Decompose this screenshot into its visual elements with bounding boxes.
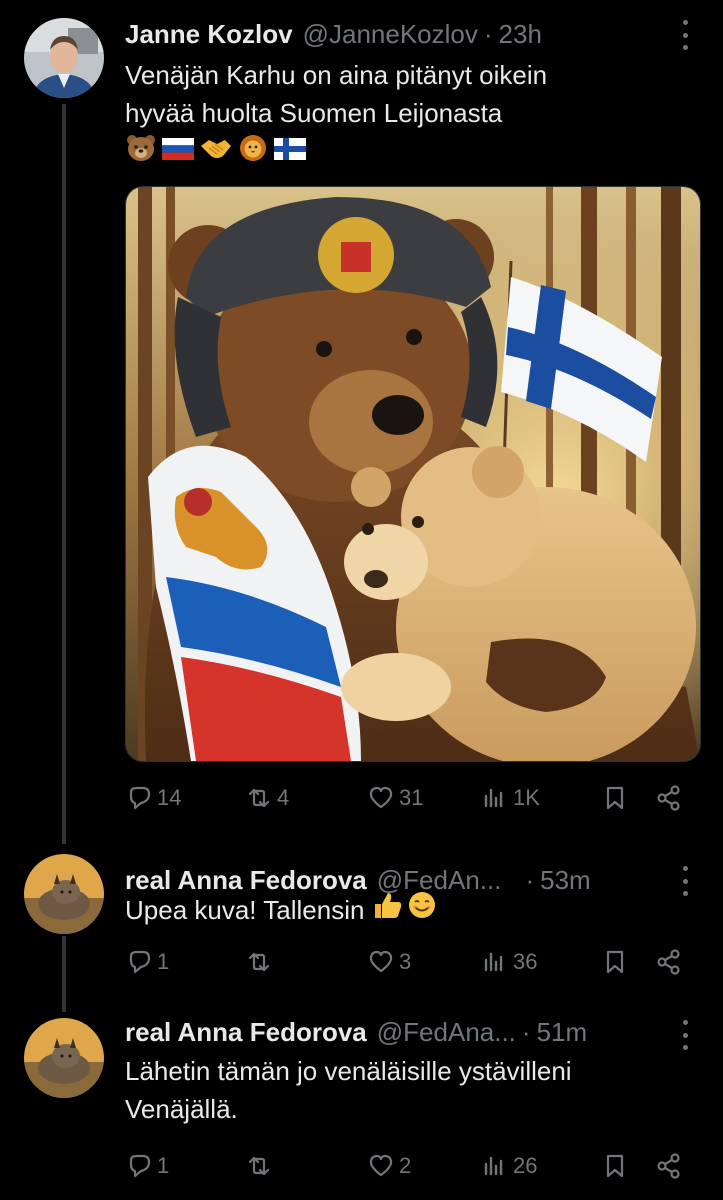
view-count: 1K [513, 785, 540, 810]
bookmark-icon [606, 1154, 624, 1178]
bookmark-icon [606, 950, 624, 974]
tweet-text-line: Venäjällä. [125, 1094, 238, 1124]
views-chart-icon [484, 788, 503, 808]
reply-count: 14 [157, 785, 182, 810]
tweet-text-line: Lähetin tämän jo venäläisille ystävillen… [125, 1056, 572, 1086]
like-count: 3 [399, 949, 412, 974]
author-handle[interactable]: @FedAna... [377, 1017, 516, 1048]
tweet[interactable]: Janne Kozlov @JanneKozlov · 23h Venäjän … [0, 0, 723, 840]
tweet-text: Venäjän Karhu on aina pitänyt oikein hyv… [125, 56, 683, 172]
reply-count: 1 [157, 1153, 170, 1178]
bookmark-icon [606, 786, 624, 810]
tweet-text-line: Venäjän Karhu on aina pitänyt oikein [125, 60, 548, 90]
tweet[interactable]: real Anna Fedorova @FedAn... · 53m Upea … [0, 846, 723, 1010]
tweet-image[interactable] [125, 186, 701, 762]
russia-flag-icon [161, 134, 195, 172]
lion-face-icon [237, 134, 269, 172]
reply-icon [129, 1154, 151, 1178]
reply-icon [129, 950, 151, 974]
separator: · [521, 1016, 531, 1047]
like-button[interactable]: 3 [367, 944, 411, 980]
tweet-actions: 1 3 36 [125, 944, 695, 980]
like-count: 2 [399, 1153, 412, 1178]
avatar[interactable] [24, 1018, 104, 1098]
tweet-actions: 14 4 31 1K [125, 780, 695, 816]
views-chart-icon [484, 1156, 503, 1176]
like-button[interactable]: 31 [367, 780, 423, 816]
view-count: 36 [513, 949, 538, 974]
author-name[interactable]: real Anna Fedorova [125, 1017, 367, 1048]
repost-button[interactable] [245, 1148, 273, 1184]
avatar[interactable] [24, 854, 104, 934]
tweet-text: Upea kuva! Tallensin [125, 890, 683, 930]
more-options-icon[interactable] [681, 1020, 689, 1050]
tweet-header: real Anna Fedorova @FedAna... · 51m [125, 1014, 587, 1050]
heart-icon [369, 786, 393, 809]
repost-icon [248, 788, 270, 808]
views-button[interactable]: 1K [481, 780, 540, 816]
bookmark-button[interactable] [601, 1148, 629, 1184]
reply-count: 1 [157, 949, 170, 974]
separator: · [483, 18, 493, 49]
avatar[interactable] [24, 18, 104, 98]
share-button[interactable] [655, 780, 683, 816]
tweet-text: Lähetin tämän jo venäläisille ystävillen… [125, 1052, 683, 1128]
emoji-row [125, 134, 683, 172]
timestamp[interactable]: 51m [537, 1017, 588, 1048]
share-button[interactable] [655, 1148, 683, 1184]
author-handle[interactable]: @JanneKozlov [303, 19, 478, 50]
bookmark-button[interactable] [601, 780, 629, 816]
like-count: 31 [399, 785, 424, 810]
repost-icon [248, 1156, 270, 1176]
tweet-text-line: hyvää huolta Suomen Leijonasta [125, 98, 503, 128]
tweet-header: Janne Kozlov @JanneKozlov · 23h [125, 16, 542, 52]
reply-button[interactable]: 1 [125, 944, 169, 980]
tweet-thread: Janne Kozlov @JanneKozlov · 23h Venäjän … [0, 0, 723, 1200]
share-icon [657, 949, 680, 975]
author-name[interactable]: Janne Kozlov [125, 19, 293, 50]
views-button[interactable]: 26 [481, 1148, 537, 1184]
tweet-text-line: Upea kuva! Tallensin [125, 895, 365, 925]
reply-button[interactable]: 1 [125, 1148, 169, 1184]
like-button[interactable]: 2 [367, 1148, 411, 1184]
share-button[interactable] [655, 944, 683, 980]
views-button[interactable]: 36 [481, 944, 537, 980]
smile-emoji-icon [406, 890, 438, 930]
heart-icon [369, 1154, 393, 1177]
views-chart-icon [484, 952, 503, 972]
view-count: 26 [513, 1153, 538, 1178]
bear-emoji-icon [125, 134, 157, 172]
repost-button[interactable]: 4 [245, 780, 289, 816]
share-icon [657, 1153, 680, 1179]
handshake-icon [199, 134, 233, 172]
more-options-icon[interactable] [681, 20, 689, 50]
timestamp[interactable]: 23h [499, 19, 542, 50]
thumbs-up-emoji-icon [372, 890, 404, 930]
repost-button[interactable] [245, 944, 273, 980]
heart-icon [369, 950, 393, 973]
reply-icon [129, 786, 151, 810]
tweet-actions: 1 2 26 [125, 1148, 695, 1184]
repost-count: 4 [277, 785, 290, 810]
bookmark-button[interactable] [601, 944, 629, 980]
share-icon [657, 785, 680, 811]
reply-button[interactable]: 14 [125, 780, 181, 816]
finland-flag-icon [273, 134, 307, 172]
tweet[interactable]: real Anna Fedorova @FedAna... · 51m Lähe… [0, 1012, 723, 1200]
repost-icon [248, 952, 270, 972]
